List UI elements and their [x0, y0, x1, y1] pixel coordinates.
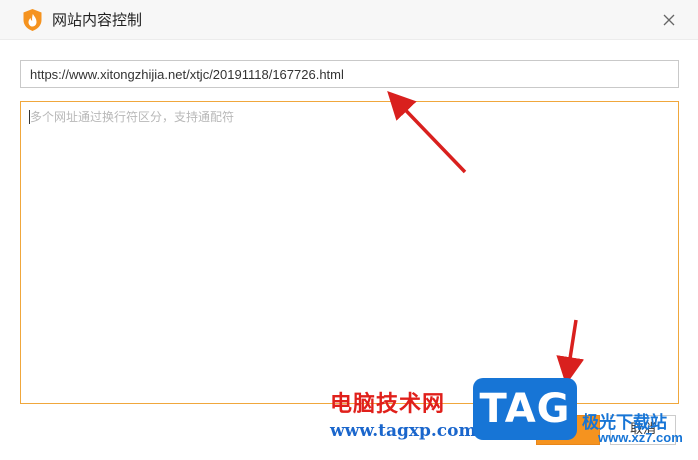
text-caret	[29, 110, 30, 124]
close-icon	[663, 14, 675, 26]
watermark-site-url: www.xz7.com	[598, 430, 683, 445]
title-bar: 网站内容控制	[0, 0, 698, 40]
shield-flame-icon	[23, 9, 42, 31]
watermark-tag-badge: TAG	[473, 378, 577, 440]
watermark-cn-text: 电脑技术网	[330, 392, 446, 417]
url-input[interactable]	[20, 60, 679, 88]
close-button[interactable]	[658, 9, 680, 31]
website-content-control-dialog: 网站内容控制 取消 电脑技术网 www.tagxp.com TAG 极光下载站 …	[0, 0, 698, 460]
url-rules-textarea[interactable]	[20, 101, 679, 404]
watermark-url-text: www.tagxp.com	[330, 421, 477, 441]
dialog-title: 网站内容控制	[52, 11, 143, 29]
